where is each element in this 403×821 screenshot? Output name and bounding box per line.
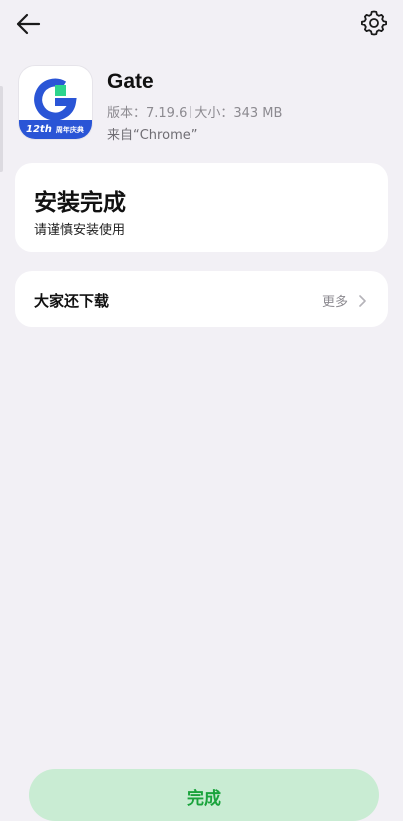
app-name: Gate — [107, 70, 154, 93]
back-arrow-icon — [16, 13, 41, 35]
also-downloaded-title: 大家还下载 — [34, 292, 110, 310]
also-downloaded-card[interactable]: 大家还下载 更多 — [15, 271, 388, 327]
app-size: 大小：343 MB — [194, 106, 283, 121]
app-source: 来自“Chrome” — [107, 128, 198, 143]
top-bar — [0, 0, 403, 46]
meta-divider — [190, 105, 192, 118]
ribbon-text: 周年庆典 — [55, 125, 84, 134]
done-button-label: 完成 — [187, 789, 221, 809]
chevron-right-icon — [358, 294, 366, 307]
back-button[interactable] — [12, 8, 44, 40]
more-link[interactable]: 更多 — [322, 291, 366, 310]
gate-logo-mark — [34, 78, 77, 121]
done-button[interactable]: 完成 — [29, 769, 379, 821]
side-edge-handle — [0, 86, 3, 172]
install-status-title: 安装完成 — [34, 190, 126, 216]
app-info-header: 12th 周年庆典 Gate 版本：7.19.6 大小：343 MB 来自“Ch… — [19, 66, 389, 143]
more-link-label: 更多 — [321, 295, 348, 310]
install-status-card: 安装完成 请谨慎安装使用 — [15, 163, 388, 252]
anniversary-ribbon: 12th 周年庆典 — [19, 120, 92, 139]
settings-button[interactable] — [359, 8, 389, 38]
ribbon-number: 12th — [26, 124, 52, 135]
app-meta: 版本：7.19.6 大小：343 MB — [107, 102, 282, 121]
app-version: 版本：7.19.6 — [107, 106, 188, 121]
gear-icon — [361, 10, 387, 36]
install-status-subtitle: 请谨慎安装使用 — [34, 223, 126, 238]
gate-app-logo: 12th 周年庆典 — [19, 66, 92, 139]
